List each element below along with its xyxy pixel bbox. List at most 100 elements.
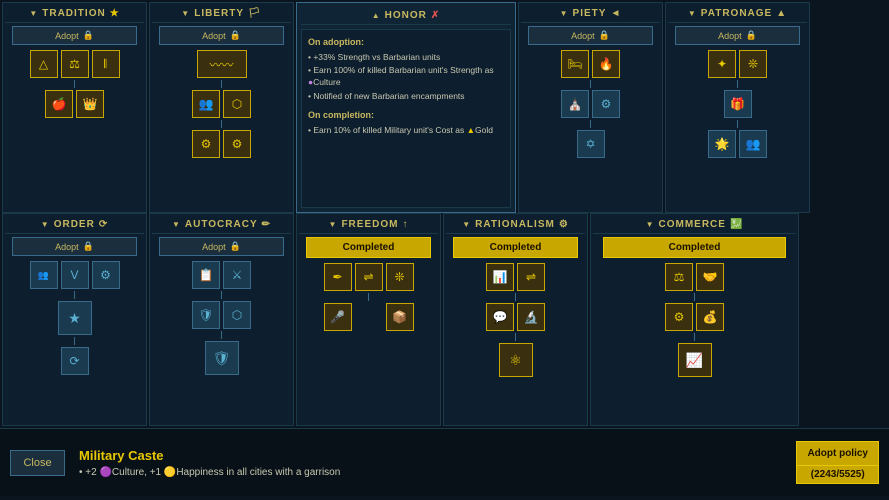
policy-desc: • +2 🟣Culture, +1 🟡Happiness in all citi…	[79, 467, 782, 478]
connector-3	[221, 120, 222, 128]
order-icon-2[interactable]: V	[61, 261, 89, 289]
tradition-icon-landed-elite[interactable]: 🍎	[45, 90, 73, 118]
freedom-header[interactable]: ▼ FREEDOM ↑	[299, 216, 438, 234]
liberty-icon-representation[interactable]: ⚙	[223, 130, 251, 158]
autocracy-icon-3[interactable]: 🛡	[192, 301, 220, 329]
commerce-icon-4[interactable]: 💰	[696, 303, 724, 331]
honor-bullet-3: • Notified of new Barbarian encampments	[308, 91, 504, 103]
liberty-header[interactable]: ▼ LIBERTY 🏳	[152, 5, 291, 23]
piety-icon-3[interactable]: ⛪	[561, 90, 589, 118]
liberty-adopt-button[interactable]: Adopt 🔒	[159, 26, 284, 45]
autocracy-connector-2	[221, 331, 222, 339]
liberty-lock-icon: 🔒	[230, 30, 241, 41]
rationalism-icon-5[interactable]: ⚛	[499, 343, 533, 377]
freedom-icon-2[interactable]: ⇌	[355, 263, 383, 291]
order-icons-row-3: ⟳	[61, 347, 89, 375]
rationalism-icon-2[interactable]: ⇌	[517, 263, 545, 291]
patronage-header[interactable]: ▼ PATRONAGE ▲	[668, 5, 807, 23]
order-panel: ▼ ORDER ⟳ Adopt 🔒 👥 V ⚙ ★	[2, 213, 147, 426]
liberty-icon-meritocracy[interactable]: ⚙	[192, 130, 220, 158]
piety-icon-4[interactable]: ⚙	[592, 90, 620, 118]
piety-icon-1[interactable]: 🛏	[561, 50, 589, 78]
adopt-policy-button[interactable]: Adopt policy (2243/5525)	[796, 441, 879, 484]
commerce-completed-label: Completed	[669, 242, 721, 253]
order-title: ORDER	[54, 219, 95, 230]
order-icon-3[interactable]: ⚙	[92, 261, 120, 289]
honor-completion-bullet-1: • Earn 10% of killed Military unit's Cos…	[308, 125, 504, 137]
patronage-icon-4[interactable]: 🌟	[708, 130, 736, 158]
rationalism-icon-4[interactable]: 🔬	[517, 303, 545, 331]
patronage-icon-3[interactable]: 🎁	[724, 90, 752, 118]
patronage-adopt-button[interactable]: Adopt 🔒	[675, 26, 800, 45]
rationalism-connector-2	[515, 333, 516, 341]
autocracy-adopt-button[interactable]: Adopt 🔒	[159, 237, 284, 256]
autocracy-header[interactable]: ▼ AUTOCRACY ✏	[152, 216, 291, 234]
rationalism-completed-button[interactable]: Completed	[453, 237, 578, 258]
autocracy-panel: ▼ AUTOCRACY ✏ Adopt 🔒 📋 ⚔ 🛡 ⬡	[149, 213, 294, 426]
order-adopt-button[interactable]: Adopt 🔒	[12, 237, 137, 256]
honor-x-icon: ✗	[431, 10, 440, 21]
on-adoption-header: On adoption:	[308, 36, 504, 49]
order-header[interactable]: ▼ ORDER ⟳	[5, 216, 144, 234]
arrow-down-icon-2: ▼	[181, 9, 190, 18]
commerce-icon-3[interactable]: ⚙	[665, 303, 693, 331]
tradition-icon-monarchy[interactable]: 👑	[76, 90, 104, 118]
tradition-icon-monument[interactable]: △	[30, 50, 58, 78]
liberty-icon-republic[interactable]: 〰〰	[197, 50, 247, 78]
patronage-connector-1	[737, 80, 738, 88]
tradition-adopt-button[interactable]: Adopt 🔒	[12, 26, 137, 45]
autocracy-lock-icon: 🔒	[230, 241, 241, 252]
honor-header[interactable]: ▲ HONOR ✗	[301, 7, 511, 25]
commerce-icon-2[interactable]: 🤝	[696, 263, 724, 291]
patronage-icon-5[interactable]: 👥	[739, 130, 767, 158]
piety-connector-2	[590, 120, 591, 128]
piety-icon-5[interactable]: ✡	[577, 130, 605, 158]
freedom-completed-button[interactable]: Completed	[306, 237, 431, 258]
autocracy-connector-1	[221, 291, 222, 299]
commerce-header[interactable]: ▼ COMMERCE 💹	[593, 216, 796, 234]
commerce-title: COMMERCE	[659, 219, 726, 230]
freedom-title: FREEDOM	[341, 219, 398, 230]
order-icon-1[interactable]: 👥	[30, 261, 58, 289]
liberty-icon-citizenship[interactable]: 👥	[192, 90, 220, 118]
commerce-completed-button[interactable]: Completed	[603, 237, 786, 258]
order-icon-star[interactable]: ★	[58, 301, 92, 335]
rationalism-icon-3[interactable]: 💬	[486, 303, 514, 331]
commerce-icon-5[interactable]: 📈	[678, 343, 712, 377]
autocracy-icon-1[interactable]: 📋	[192, 261, 220, 289]
piety-header[interactable]: ▼ PIETY ◄	[521, 5, 660, 23]
tradition-header[interactable]: ▼ TRADITION ★	[5, 5, 144, 23]
rationalism-title: RATIONALISM	[475, 219, 555, 230]
autocracy-icon-5[interactable]: 🛡	[205, 341, 239, 375]
patronage-lock-icon: 🔒	[746, 30, 757, 41]
tradition-icons-row-1: △ ⚖ 𝄃	[30, 50, 120, 78]
adopt-policy-cost: (2243/5525)	[811, 469, 865, 480]
autocracy-icon-2[interactable]: ⚔	[223, 261, 251, 289]
freedom-icon-empty	[355, 303, 383, 331]
on-completion-header: On completion:	[308, 109, 504, 122]
order-adopt-label: Adopt	[55, 242, 79, 252]
close-button[interactable]: Close	[10, 450, 65, 476]
order-icon-5[interactable]: ⟳	[61, 347, 89, 375]
bottom-policy-info: Military Caste • +2 🟣Culture, +1 🟡Happin…	[75, 444, 786, 482]
autocracy-icon-4[interactable]: ⬡	[223, 301, 251, 329]
rationalism-header[interactable]: ▼ RATIONALISM ⚙	[446, 216, 585, 234]
commerce-icons-row-1: ⚖ 🤝	[665, 263, 724, 291]
piety-dove-icon: ◄	[610, 8, 621, 19]
liberty-icon-collective-rule[interactable]: ⬡	[223, 90, 251, 118]
commerce-icon-1[interactable]: ⚖	[665, 263, 693, 291]
freedom-up-icon: ↑	[402, 219, 408, 230]
tradition-icon-aristocracy[interactable]: ⚖	[61, 50, 89, 78]
patronage-icon-2[interactable]: ❊	[739, 50, 767, 78]
freedom-icon-3[interactable]: ❊	[386, 263, 414, 291]
commerce-connector-2	[694, 333, 695, 341]
piety-adopt-button[interactable]: Adopt 🔒	[528, 26, 653, 45]
freedom-icon-5[interactable]: 📦	[386, 303, 414, 331]
commerce-connector-1	[694, 293, 695, 301]
tradition-icon-legalism[interactable]: 𝄃	[92, 50, 120, 78]
patronage-icon-1[interactable]: ✦	[708, 50, 736, 78]
freedom-icon-1[interactable]: ✒	[324, 263, 352, 291]
freedom-icon-4[interactable]: 🎤	[324, 303, 352, 331]
rationalism-icon-1[interactable]: 📊	[486, 263, 514, 291]
piety-icon-2[interactable]: 🔥	[592, 50, 620, 78]
